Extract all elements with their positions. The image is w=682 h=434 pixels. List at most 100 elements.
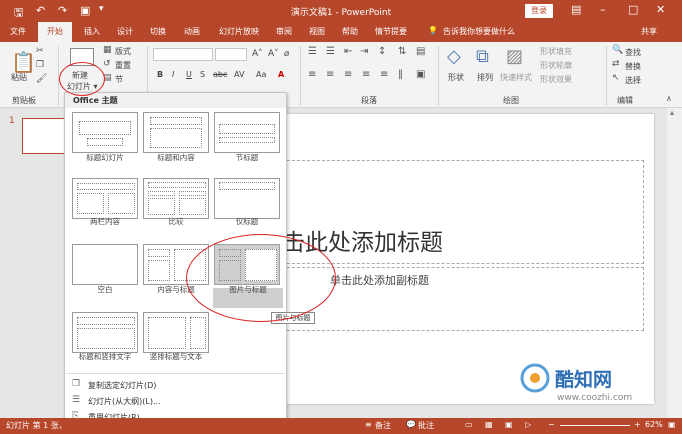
tab-design[interactable]: 设计 — [117, 26, 133, 37]
close-icon[interactable]: ✕ — [656, 3, 665, 16]
fit-slide-icon[interactable]: ▣ — [668, 420, 676, 429]
share-button[interactable]: 共享 — [641, 26, 657, 37]
arrange-button[interactable]: 排列 — [477, 72, 493, 83]
layout-two-content[interactable] — [72, 178, 138, 219]
tab-slideshow[interactable]: 幻灯片放映 — [219, 26, 259, 37]
menu-duplicate-slides[interactable]: 复制选定幻灯片(D) — [88, 380, 156, 391]
collapse-ribbon-icon[interactable]: ∧ — [666, 94, 672, 103]
tab-animations[interactable]: 动画 — [184, 26, 200, 37]
align-right-icon[interactable]: ≡ — [344, 69, 352, 80]
tab-help[interactable]: 帮助 — [342, 26, 358, 37]
layout-blank[interactable] — [72, 244, 138, 285]
increase-indent-icon[interactable]: ⇥ — [360, 46, 368, 57]
zoom-in-icon[interactable]: + — [634, 420, 641, 429]
layout-label: 标题和内容 — [157, 153, 195, 162]
justify-icon[interactable]: ≡ — [362, 69, 370, 80]
cut-icon[interactable]: ✂ — [36, 46, 44, 56]
font-color-button[interactable]: A — [278, 70, 284, 79]
layout-title-content[interactable] — [143, 112, 209, 153]
tab-insert[interactable]: 插入 — [84, 26, 100, 37]
login-button[interactable]: 登录 — [525, 4, 553, 18]
layout-vertical-title-text[interactable] — [143, 312, 209, 353]
columns-icon[interactable]: ‖ — [398, 69, 403, 80]
zoom-out-icon[interactable]: − — [548, 420, 555, 429]
select-button[interactable]: 选择 — [625, 75, 641, 86]
layout-icon: ▦ — [103, 45, 112, 55]
numbering-icon[interactable]: ☰ — [326, 46, 335, 57]
bold-button[interactable]: B — [157, 70, 163, 79]
scroll-up-icon[interactable]: ▴ — [670, 108, 674, 117]
tab-transitions[interactable]: 切换 — [150, 26, 166, 37]
comments-button[interactable]: 批注 — [418, 420, 434, 431]
minimize-icon[interactable]: – — [600, 3, 606, 16]
layout-title-slide[interactable] — [72, 112, 138, 153]
font-size-combo[interactable] — [215, 48, 247, 61]
align-left-icon[interactable]: ≡ — [308, 69, 316, 80]
italic-button[interactable]: I — [172, 70, 174, 79]
slideshow-view-icon[interactable]: ▷ — [525, 420, 531, 429]
replace-button[interactable]: 替换 — [625, 61, 641, 72]
restore-icon[interactable]: □ — [628, 3, 638, 16]
tab-view[interactable]: 视图 — [309, 26, 325, 37]
select-icon: ↖ — [612, 73, 620, 83]
reading-view-icon[interactable]: ▣ — [505, 420, 513, 429]
arrange-icon[interactable]: ⧉ — [476, 46, 489, 67]
tab-home[interactable]: 开始 — [38, 22, 72, 42]
tab-review[interactable]: 审阅 — [276, 26, 292, 37]
reset-button[interactable]: 重置 — [115, 60, 131, 71]
zoom-level[interactable]: 62% — [645, 420, 663, 429]
vertical-scrollbar[interactable] — [667, 108, 682, 418]
align-center-icon[interactable]: ≡ — [326, 69, 334, 80]
separator — [606, 46, 607, 106]
decrease-indent-icon[interactable]: ⇤ — [344, 46, 352, 57]
smartart-icon[interactable]: ▣ — [416, 69, 425, 80]
separator — [300, 46, 301, 106]
shapes-icon[interactable]: ◇ — [447, 46, 461, 67]
strikethrough-button[interactable]: abc — [213, 70, 227, 79]
layout-title-vertical-text[interactable] — [72, 312, 138, 353]
text-direction-icon[interactable]: ⇅ — [398, 46, 406, 57]
layout-comparison[interactable] — [143, 178, 209, 219]
shape-outline-button[interactable]: 形状轮廓 — [540, 60, 572, 71]
zoom-slider[interactable] — [560, 425, 630, 426]
grow-font-icon[interactable]: A˄ — [252, 49, 263, 59]
shape-fill-button[interactable]: 形状填充 — [540, 46, 572, 57]
layout-section-header[interactable] — [214, 112, 280, 153]
font-name-combo[interactable] — [153, 48, 213, 61]
layout-title-only[interactable] — [214, 178, 280, 219]
paste-button[interactable]: 粘贴 — [11, 72, 27, 83]
normal-view-icon[interactable]: ▭ — [465, 420, 473, 429]
layout-label: 竖排标题与文本 — [149, 352, 203, 361]
layout-button[interactable]: 版式 — [115, 46, 131, 57]
menu-slides-from-outline[interactable]: 幻灯片(从大纲)(L)... — [88, 396, 161, 407]
char-spacing-button[interactable]: AV — [234, 70, 244, 79]
shrink-font-icon[interactable]: A˅ — [268, 49, 279, 59]
change-case-button[interactable]: Aa — [256, 70, 266, 79]
tab-storyboard[interactable]: 情节提要 — [375, 26, 407, 37]
slide-thumbnails-panel — [0, 108, 66, 418]
clear-format-icon[interactable]: ⌀ — [284, 49, 289, 59]
shadow-button[interactable]: S — [200, 70, 205, 79]
quick-styles-button[interactable]: 快速样式 — [500, 72, 532, 83]
outline-icon: ☰ — [72, 395, 81, 405]
align-text-icon[interactable]: ▤ — [416, 46, 425, 57]
slide-sorter-icon[interactable]: ▦ — [485, 420, 493, 429]
line-spacing-icon[interactable]: ↕ — [378, 46, 386, 57]
distributed-icon[interactable]: ≡ — [380, 69, 388, 80]
slide-thumbnail[interactable] — [22, 118, 68, 154]
tell-me-search[interactable]: 告诉我你想要做什么 — [443, 26, 515, 37]
section-button[interactable]: 节 — [115, 74, 123, 85]
svg-text:www.coozhi.com: www.coozhi.com — [557, 393, 632, 403]
notes-button[interactable]: 备注 — [375, 420, 391, 431]
ribbon-options-icon[interactable]: ▤ — [571, 3, 581, 16]
shape-effects-button[interactable]: 形状效果 — [540, 74, 572, 85]
copy-icon[interactable]: ❐ — [36, 60, 44, 70]
tab-file[interactable]: 文件 — [10, 26, 26, 37]
underline-button[interactable]: U — [186, 70, 192, 79]
paste-icon[interactable]: 📋 — [11, 50, 36, 74]
bullets-icon[interactable]: ☰ — [308, 46, 317, 57]
find-button[interactable]: 查找 — [625, 47, 641, 58]
shapes-button[interactable]: 形状 — [448, 72, 464, 83]
format-painter-icon[interactable]: 🖌 — [36, 74, 47, 84]
quick-styles-icon[interactable]: ▨ — [506, 46, 523, 67]
